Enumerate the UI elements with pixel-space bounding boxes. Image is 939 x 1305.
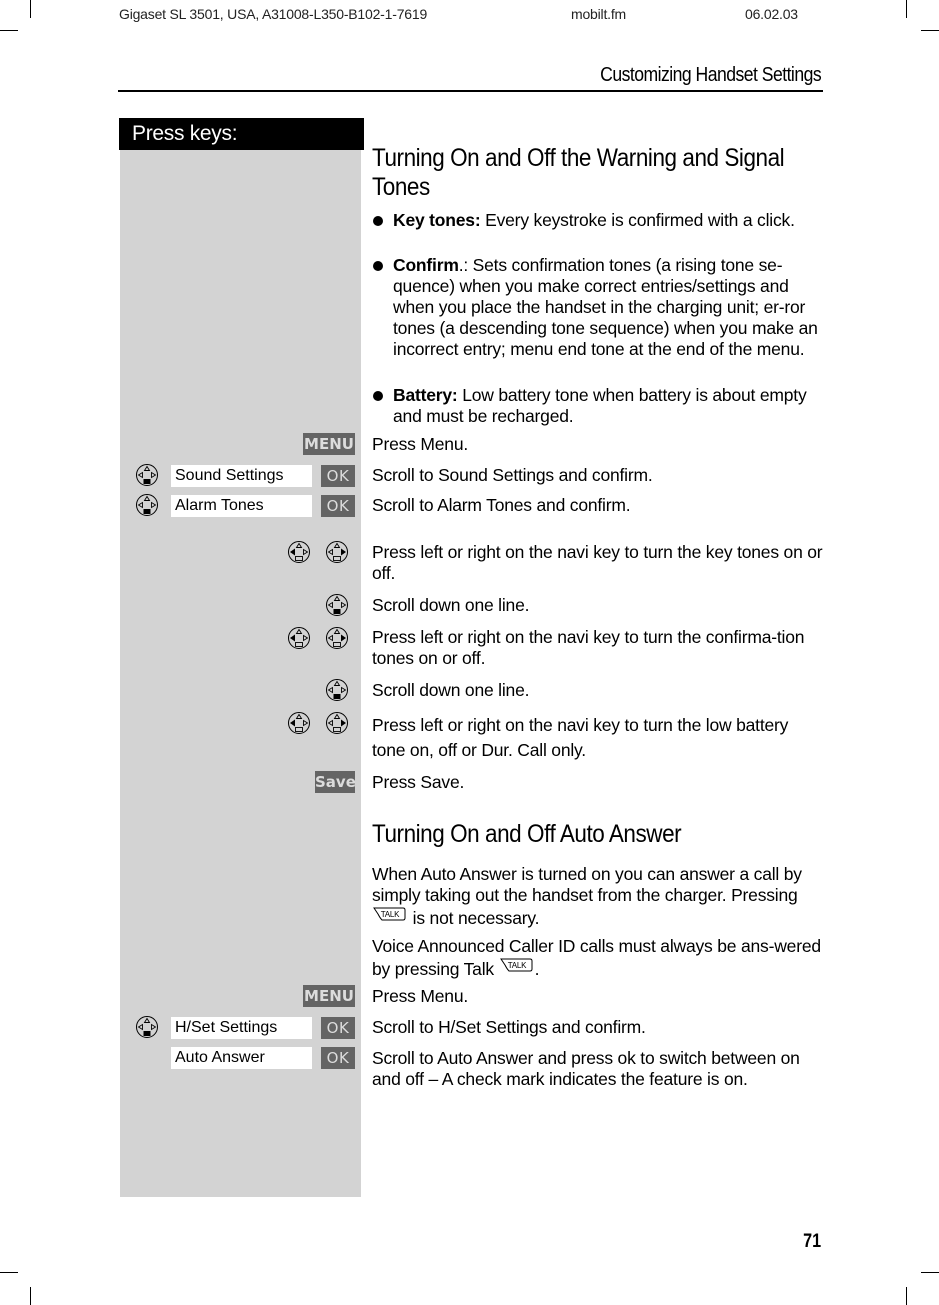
step-text: Press left or right on the navi key to t… — [372, 627, 805, 668]
running-title: Customizing Handset Settings — [600, 64, 822, 86]
page-number: 71 — [803, 1231, 821, 1252]
step-text: Scroll to H/Set Settings and confirm. — [372, 1017, 646, 1037]
bullet-term: Battery: — [393, 385, 458, 405]
display-auto-answer: Auto Answer — [171, 1047, 312, 1069]
step-text: Press left or right on the navi key to t… — [372, 715, 789, 760]
ok-softkey[interactable]: OK — [321, 465, 355, 487]
step-text: Scroll down one line. — [372, 680, 530, 700]
caller-id-paragraph: Voice Announced Caller ID calls must alw… — [372, 936, 824, 984]
navi-down-icon[interactable] — [135, 463, 159, 487]
press-keys-heading: Press keys: — [119, 118, 364, 150]
talk-key-icon[interactable]: TALK — [499, 957, 535, 984]
bullet-battery: Battery: Low battery tone when battery i… — [372, 385, 824, 427]
display-alarm-tones: Alarm Tones — [171, 495, 312, 517]
step-text: Press Menu. — [372, 986, 469, 1006]
crop-mark — [30, 0, 31, 18]
step-text: Scroll to Auto Answer and press ok to sw… — [372, 1048, 800, 1089]
navi-down-icon[interactable] — [135, 1015, 159, 1039]
doc-id: Gigaset SL 3501, USA, A31008-L350-B102-1… — [119, 6, 428, 22]
bullet-dot — [373, 216, 383, 226]
ok-softkey[interactable]: OK — [321, 495, 355, 517]
press-keys-column — [120, 150, 361, 1197]
navi-right-icon[interactable] — [325, 540, 349, 564]
navi-down-icon[interactable] — [325, 593, 349, 617]
navi-left-icon[interactable] — [287, 626, 311, 650]
crop-mark — [0, 1272, 18, 1273]
crop-mark — [906, 0, 907, 18]
paragraph-text: is not necessary. — [408, 908, 540, 928]
crop-mark — [30, 1287, 31, 1305]
step-text: Press Menu. — [372, 434, 469, 454]
display-hset-settings: H/Set Settings — [171, 1017, 312, 1039]
paragraph-text: . — [534, 959, 540, 979]
bullet-text: Every keystroke is confirmed with a clic… — [480, 210, 795, 230]
crop-mark — [921, 30, 939, 31]
paragraph-text: When Auto Answer is turned on you can an… — [372, 864, 802, 905]
ok-softkey[interactable]: OK — [321, 1047, 355, 1069]
svg-text:TALK: TALK — [381, 910, 400, 919]
talk-key-icon[interactable]: TALK — [372, 906, 408, 933]
header-rule — [118, 90, 823, 92]
crop-mark — [921, 1272, 939, 1273]
ok-softkey[interactable]: OK — [321, 1017, 355, 1039]
display-sound-settings: Sound Settings — [171, 465, 312, 487]
navi-down-icon[interactable] — [325, 678, 349, 702]
section-title-tones: Turning On and Off the Warning and Signa… — [372, 144, 785, 201]
step-text: Scroll to Alarm Tones and confirm. — [372, 495, 631, 515]
save-softkey[interactable]: Save — [315, 771, 356, 793]
step-text: Press left or right on the navi key to t… — [372, 542, 823, 583]
navi-left-icon[interactable] — [287, 711, 311, 735]
paragraph-text: Voice Announced Caller ID calls must alw… — [372, 936, 821, 979]
step-text: Scroll down one line. — [372, 595, 530, 615]
bullet-term: Key tones: — [393, 210, 481, 230]
menu-softkey[interactable]: MENU — [303, 985, 355, 1007]
bullet-confirm: Confirm.: Sets confirmation tones (a ris… — [372, 255, 824, 360]
bullet-key-tones: Key tones: Every keystroke is confirmed … — [372, 210, 824, 231]
step-text: Scroll to Sound Settings and confirm. — [372, 465, 653, 485]
crop-mark — [0, 30, 18, 31]
svg-text:TALK: TALK — [507, 961, 526, 970]
section-title-auto-answer: Turning On and Off Auto Answer — [372, 820, 682, 848]
bullet-dot — [373, 261, 383, 271]
bullet-term: Confirm — [393, 255, 459, 275]
step-text: Press Save. — [372, 772, 465, 792]
doc-date: 06.02.03 — [745, 6, 798, 22]
menu-softkey[interactable]: MENU — [303, 433, 355, 455]
navi-right-icon[interactable] — [325, 711, 349, 735]
navi-left-icon[interactable] — [287, 540, 311, 564]
bullet-dot — [373, 391, 383, 401]
auto-answer-paragraph: When Auto Answer is turned on you can an… — [372, 864, 824, 933]
navi-down-icon[interactable] — [135, 493, 159, 517]
navi-right-icon[interactable] — [325, 626, 349, 650]
file-name: mobilt.fm — [571, 6, 626, 22]
crop-mark — [906, 1287, 907, 1305]
